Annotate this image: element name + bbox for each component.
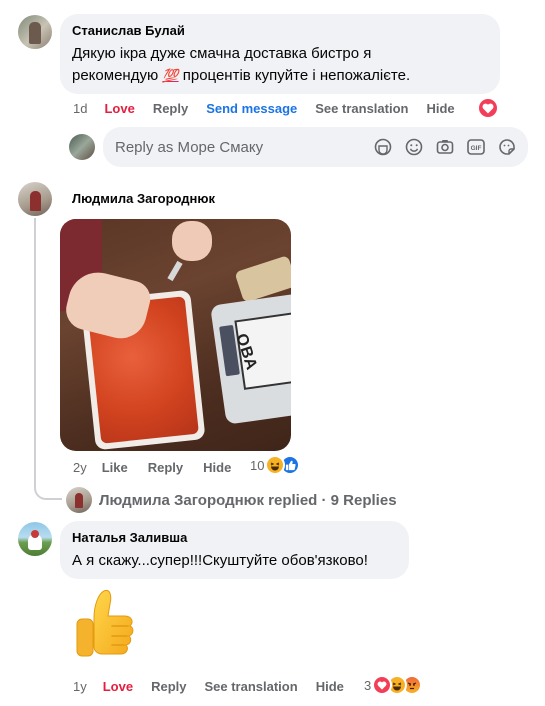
reply-tools: GIF (363, 136, 518, 158)
sticker-icon[interactable] (496, 136, 518, 158)
comment-actions: 2y Like Reply Hide (73, 458, 247, 476)
photo-hand (172, 221, 212, 261)
see-translation-button[interactable]: See translation (315, 101, 408, 116)
emoji-icon[interactable] (403, 136, 425, 158)
love-button[interactable]: Love (104, 101, 134, 116)
send-message-button[interactable]: Send message (206, 101, 297, 116)
photo-container: ОВА (210, 293, 291, 425)
comment-bubble: Станислав Булай Дякую ікра дуже смачна д… (60, 14, 500, 94)
avatar[interactable] (18, 522, 52, 556)
view-replies-text[interactable]: Людмила Загороднюк replied · 9 Replies (99, 492, 397, 509)
reply-input[interactable] (103, 138, 353, 156)
hide-button[interactable]: Hide (426, 101, 454, 116)
love-reaction-icon[interactable] (477, 97, 499, 119)
reply-button[interactable]: Reply (153, 101, 188, 116)
photo-utensil (167, 260, 183, 282)
avatar[interactable] (18, 182, 52, 216)
comment-actions: 1y Love Reply See translation Hide (73, 677, 360, 695)
reply-button[interactable]: Reply (151, 679, 186, 694)
reply-author-avatar (66, 487, 92, 513)
comment-text: Дякую ікра дуже смачна доставка бистро я… (72, 43, 488, 87)
reply-input-box: GIF (103, 127, 528, 167)
view-replies-link[interactable]: Людмила Загороднюк replied · 9 Replies (66, 487, 397, 513)
love-button[interactable]: Love (103, 679, 133, 694)
timestamp[interactable]: 2y (73, 460, 87, 475)
like-button[interactable]: Like (102, 460, 128, 475)
comment-text: А я скажу...супер!!!Скуштуйте обов'язков… (72, 552, 368, 569)
comment-text-segment: рекомендую (72, 67, 163, 84)
svg-text:GIF: GIF (471, 145, 482, 152)
timestamp[interactable]: 1d (73, 101, 87, 116)
camera-icon[interactable] (434, 136, 456, 158)
reply-avatar (69, 134, 95, 160)
comment-actions: 1d Love Reply Send message See translati… (73, 99, 471, 117)
comment-author[interactable]: Людмила Загороднюк (72, 190, 215, 207)
avatar-sticker-icon[interactable] (372, 136, 394, 158)
comment-author[interactable]: Станислав Булай (72, 22, 488, 39)
timestamp[interactable]: 1y (73, 679, 87, 694)
thread-connector (34, 218, 62, 500)
thread-connector (34, 50, 64, 146)
avatar[interactable] (18, 15, 52, 49)
reaction-summary[interactable]: 10 (250, 455, 301, 475)
see-translation-button[interactable]: See translation (204, 679, 297, 694)
reaction-count: 3 (364, 677, 372, 693)
comment-text-line: рекомендую 💯 процентів купуйте і непожал… (72, 65, 488, 87)
hide-button[interactable]: Hide (203, 460, 231, 475)
hide-button[interactable]: Hide (316, 679, 344, 694)
comment-text-line: Дякую ікра дуже смачна доставка бистро я (72, 45, 372, 62)
thumbs-up-icon (72, 588, 136, 662)
reply-button[interactable]: Reply (148, 460, 183, 475)
hundred-emoji: 💯 (162, 68, 179, 83)
comment-text-segment: процентів купуйте і непожалієте. (178, 67, 411, 84)
comment-bubble: Наталья Заливша А я скажу...супер!!!Скуш… (60, 521, 409, 579)
comment-photo[interactable]: ОВА (60, 219, 291, 451)
comment-author[interactable]: Наталья Заливша (72, 529, 397, 546)
reaction-count: 10 (250, 457, 265, 473)
gif-icon[interactable]: GIF (465, 136, 487, 158)
reaction-summary[interactable]: 3 (364, 675, 423, 695)
